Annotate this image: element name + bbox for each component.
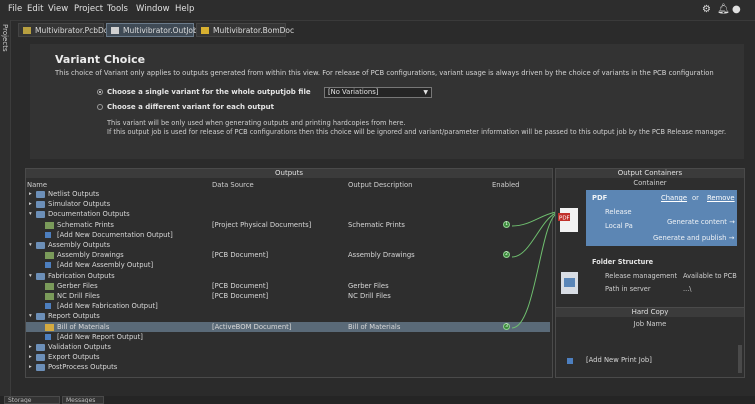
path-in-server-value: ...\ bbox=[683, 285, 692, 293]
bottom-panel-tabs: Storage Manager Messages bbox=[0, 396, 755, 404]
path-in-server-label: Path in server bbox=[605, 285, 651, 293]
release-management-label: Release management bbox=[605, 272, 678, 280]
pdf-container-name: PDF bbox=[592, 194, 608, 202]
tab-storage-manager[interactable]: Storage Manager bbox=[4, 396, 60, 404]
pdf-icon: PDF bbox=[558, 208, 578, 232]
pdf-release-label: Release bbox=[605, 208, 632, 216]
containers-header: Output Containers bbox=[556, 169, 744, 178]
add-icon bbox=[567, 358, 573, 364]
pdf-container[interactable]: PDF Change or Remove Release Local Pa Ge… bbox=[586, 190, 737, 246]
link-line-3 bbox=[511, 213, 557, 329]
folder-structure-icon bbox=[561, 272, 578, 294]
add-new-print-job[interactable]: [Add New Print Job] bbox=[586, 356, 652, 364]
change-link[interactable]: Change bbox=[661, 194, 687, 202]
svg-text:PDF: PDF bbox=[559, 216, 570, 222]
hard-copy-panel: Hard Copy Job Name [Add New Print Job] bbox=[555, 307, 745, 378]
scrollbar[interactable] bbox=[738, 345, 742, 373]
generate-publish-link[interactable]: Generate and publish → bbox=[653, 234, 734, 242]
container-column-header: Container bbox=[633, 179, 667, 187]
release-management-value: Available to PCB bbox=[683, 272, 737, 280]
hardcopy-header: Hard Copy bbox=[556, 308, 744, 317]
generate-content-link[interactable]: Generate content → bbox=[667, 218, 735, 226]
or-text: or bbox=[692, 194, 699, 202]
pdf-local-path-label: Local Pa bbox=[605, 222, 633, 230]
folder-structure-name[interactable]: Folder Structure bbox=[592, 258, 653, 266]
tab-messages[interactable]: Messages bbox=[62, 396, 104, 404]
job-name-column-header: Job Name bbox=[633, 320, 667, 328]
link-line-2 bbox=[511, 212, 557, 258]
remove-link[interactable]: Remove bbox=[707, 194, 735, 202]
